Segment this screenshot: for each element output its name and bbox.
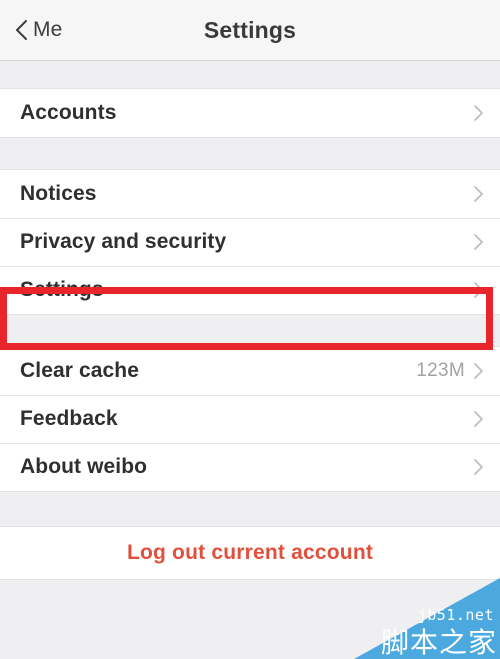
list-item-label: About weibo [20,455,148,478]
chevron-right-icon [473,185,484,203]
chevron-right-icon [473,281,484,299]
accounts-group: Accounts [0,88,500,138]
chevron-right-icon [473,233,484,251]
list-item-accounts[interactable]: Accounts [0,89,500,137]
watermark-text: 脚本之家 [380,625,497,659]
list-item-label: Feedback [20,407,118,430]
chevron-right-icon [473,458,484,476]
list-item-feedback[interactable]: Feedback [0,395,500,443]
log-out-label: Log out current account [126,541,374,564]
chevron-right-icon [473,410,484,428]
list-item-label: Notices [20,182,97,205]
list-item-clear-cache[interactable]: Clear cache 123M [0,347,500,395]
section-gap [0,492,500,526]
section-gap [0,315,500,346]
watermark: jb51.net 脚本之家 [354,578,500,659]
list-item-label: Settings [20,278,104,301]
list-item-privacy-and-security[interactable]: Privacy and security [0,218,500,266]
section-gap [0,61,500,88]
section-gap [0,138,500,169]
support-group: Clear cache 123M Feedback About weibo [0,346,500,492]
list-item-notices[interactable]: Notices [0,170,500,218]
watermark-url: jb51.net [417,606,494,624]
list-item-settings[interactable]: Settings [0,266,500,314]
watermark-triangle [354,578,500,659]
chevron-right-icon [473,362,484,380]
list-item-label: Privacy and security [20,230,227,253]
log-out-button[interactable]: Log out current account [0,526,500,580]
settings-screen: Me Settings Accounts Notices Privacy and… [0,0,500,659]
chevron-right-icon [473,104,484,122]
page-title: Settings [203,17,297,43]
list-item-label: Accounts [20,101,117,124]
list-item-label: Clear cache [20,359,140,382]
cache-size-value: 123M [416,360,465,381]
navigation-bar: Me Settings [0,0,500,61]
main-group: Notices Privacy and security Settings [0,169,500,315]
list-item-about-weibo[interactable]: About weibo [0,443,500,491]
